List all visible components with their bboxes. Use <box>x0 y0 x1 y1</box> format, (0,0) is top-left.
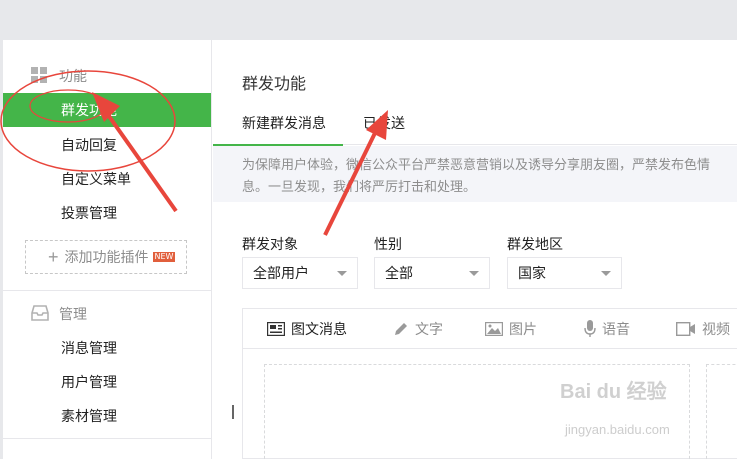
editor-tab-label: 视频 <box>702 321 730 337</box>
editor-tab-voice[interactable]: 语音 <box>584 319 630 339</box>
news-drop-area-secondary[interactable] <box>706 364 737 459</box>
new-badge: NEW <box>152 252 176 262</box>
sidebar-item-custom-menu[interactable]: 自定义菜单 <box>3 162 211 196</box>
chevron-down-icon <box>601 271 611 276</box>
editor-type-tabs: 图文消息 文字 图片 语音 视频 <box>243 309 737 349</box>
editor-tab-video[interactable]: 视频 <box>676 319 730 339</box>
editor-tab-image[interactable]: 图片 <box>485 319 537 339</box>
inbox-icon <box>31 305 49 323</box>
editor-tab-label: 语音 <box>602 321 630 337</box>
region-label: 群发地区 <box>507 236 563 252</box>
grid-icon <box>31 67 49 85</box>
editor-tab-label: 图片 <box>509 321 537 337</box>
tab-new-mass-message[interactable]: 新建群发消息 <box>213 113 343 147</box>
video-icon <box>676 322 696 336</box>
editor-tab-news[interactable]: 图文消息 <box>267 319 347 339</box>
region-select[interactable]: 国家 <box>507 257 622 289</box>
baidu-watermark-url: jingyan.baidu.com <box>565 422 670 437</box>
target-value: 全部用户 <box>253 265 309 281</box>
add-plugin-label: 添加功能插件 <box>64 249 149 265</box>
chevron-down-icon <box>337 271 347 276</box>
notice-line-1: 为保障用户体验，微信公众平台严禁恶意营销以及诱导分享朋友圈，严禁发布色情 <box>242 157 711 172</box>
sidebar-item-mass-send[interactable]: 群发功能 <box>3 93 211 127</box>
add-plugin-button[interactable]: + 添加功能插件 NEW <box>25 240 187 274</box>
sidebar-section-manage: 管理 <box>31 304 87 324</box>
target-label: 群发对象 <box>242 236 298 252</box>
target-select[interactable]: 全部用户 <box>242 257 358 289</box>
editor-tab-label: 图文消息 <box>291 321 347 337</box>
news-icon <box>267 322 285 336</box>
microphone-icon <box>584 320 596 338</box>
top-bar <box>0 0 737 40</box>
plus-icon: + <box>48 247 59 267</box>
sidebar-section-function: 功能 <box>31 66 87 86</box>
page-title: 群发功能 <box>242 76 307 93</box>
sidebar: 功能 群发功能 自动回复 自定义菜单 投票管理 + 添加功能插件 NEW 管理 … <box>3 40 212 459</box>
baidu-watermark: Bai du 经验 <box>560 381 667 403</box>
sidebar-section-label: 管理 <box>59 306 87 322</box>
editor-tab-label: 文字 <box>415 321 443 337</box>
gender-value: 全部 <box>385 265 413 281</box>
editor-tab-text[interactable]: 文字 <box>393 319 443 339</box>
tab-bar: 新建群发消息 已发送 <box>213 103 737 147</box>
region-value: 国家 <box>518 265 546 281</box>
sidebar-item-user-manage[interactable]: 用户管理 <box>3 365 211 399</box>
notice-banner: 为保障用户体验，微信公众平台严禁恶意营销以及诱导分享朋友圈，严禁发布色情 息。一… <box>213 146 737 202</box>
sidebar-divider <box>3 438 211 439</box>
sidebar-item-vote-manage[interactable]: 投票管理 <box>3 196 211 230</box>
sidebar-item-material-manage[interactable]: 素材管理 <box>3 399 211 433</box>
image-icon <box>485 322 503 336</box>
sidebar-item-message-manage[interactable]: 消息管理 <box>3 331 211 365</box>
sidebar-section-label: 功能 <box>59 68 87 84</box>
pencil-icon <box>393 321 409 337</box>
tab-sent[interactable]: 已发送 <box>363 113 405 133</box>
gender-label: 性别 <box>374 236 402 252</box>
sidebar-item-auto-reply[interactable]: 自动回复 <box>3 128 211 162</box>
text-cursor <box>232 405 234 419</box>
notice-line-2: 息。一旦发现，我们将严厉打击和处理。 <box>242 179 477 194</box>
sidebar-divider <box>3 290 211 291</box>
gender-select[interactable]: 全部 <box>374 257 490 289</box>
chevron-down-icon <box>469 271 479 276</box>
